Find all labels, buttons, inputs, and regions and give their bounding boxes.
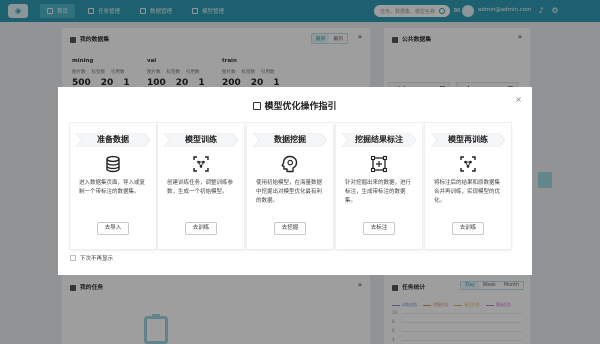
step-card: 模型再训练 将标注后的结果和原数据集合并再训练，实现模型的优化。 去训练 — [425, 123, 511, 249]
guide-icon — [253, 102, 262, 110]
step-description: 创建训练任务，调整训练参数，生成一个初始模型。 — [167, 180, 234, 195]
step-banner: 准备数据 — [76, 133, 150, 147]
import-button[interactable]: 去导入 — [97, 222, 129, 235]
step-card: 准备数据 进入数据集页面，导入或复制一个带标注的数据集。 去导入 — [70, 123, 156, 249]
dont-show-again[interactable]: 下次不再显示 — [70, 254, 113, 262]
retrain-icon — [459, 155, 477, 173]
step-banner: 数据挖掘 — [253, 133, 327, 147]
step-card: 模型训练 创建训练任务，调整训练参数，生成一个初始模型。 去训练 — [158, 123, 244, 249]
mining-icon — [281, 155, 299, 173]
dont-show-checkbox[interactable] — [70, 255, 76, 261]
step-title: 模型训练 — [185, 135, 217, 144]
mine-button[interactable]: 去挖掘 — [274, 222, 306, 235]
step-description: 进入数据集页面，导入或复制一个带标注的数据集。 — [79, 180, 146, 195]
train-icon — [192, 155, 210, 173]
train-button[interactable]: 去训练 — [185, 222, 217, 235]
step-title: 准备数据 — [97, 135, 129, 144]
step-title: 挖掘结果标注 — [355, 135, 403, 144]
step-description: 将标注后的结果和原数据集合并再训练，实现模型的优化。 — [434, 180, 501, 204]
step-card: 挖掘结果标注 针对挖掘出来的数据，进行标注，生成带标注的数据集。 去标注 — [336, 123, 422, 249]
step-card: 数据挖掘 使用初始模型，在海量数据中挖掘出对模型优化最有利的数据。 去挖掘 — [247, 123, 333, 249]
guide-modal: 模型优化操作指引 × 准备数据 进入数据集页面，导入或复制一个带标注的数据集。 … — [58, 87, 532, 275]
close-icon[interactable]: × — [515, 95, 522, 104]
step-banner: 挖掘结果标注 — [342, 133, 416, 147]
step-banner: 模型训练 — [164, 133, 238, 147]
modal-title: 模型优化操作指引 — [58, 99, 532, 112]
step-title: 模型再训练 — [448, 135, 488, 144]
step-description: 使用初始模型，在海量数据中挖掘出对模型优化最有利的数据。 — [256, 180, 323, 204]
step-title: 数据挖掘 — [274, 135, 306, 144]
label-button[interactable]: 去标注 — [363, 222, 395, 235]
retrain-button[interactable]: 去训练 — [452, 222, 484, 235]
step-banner: 模型再训练 — [431, 133, 505, 147]
step-description: 针对挖掘出来的数据，进行标注，生成带标注的数据集。 — [345, 180, 412, 204]
label-icon — [370, 155, 388, 173]
database-icon — [104, 155, 122, 173]
